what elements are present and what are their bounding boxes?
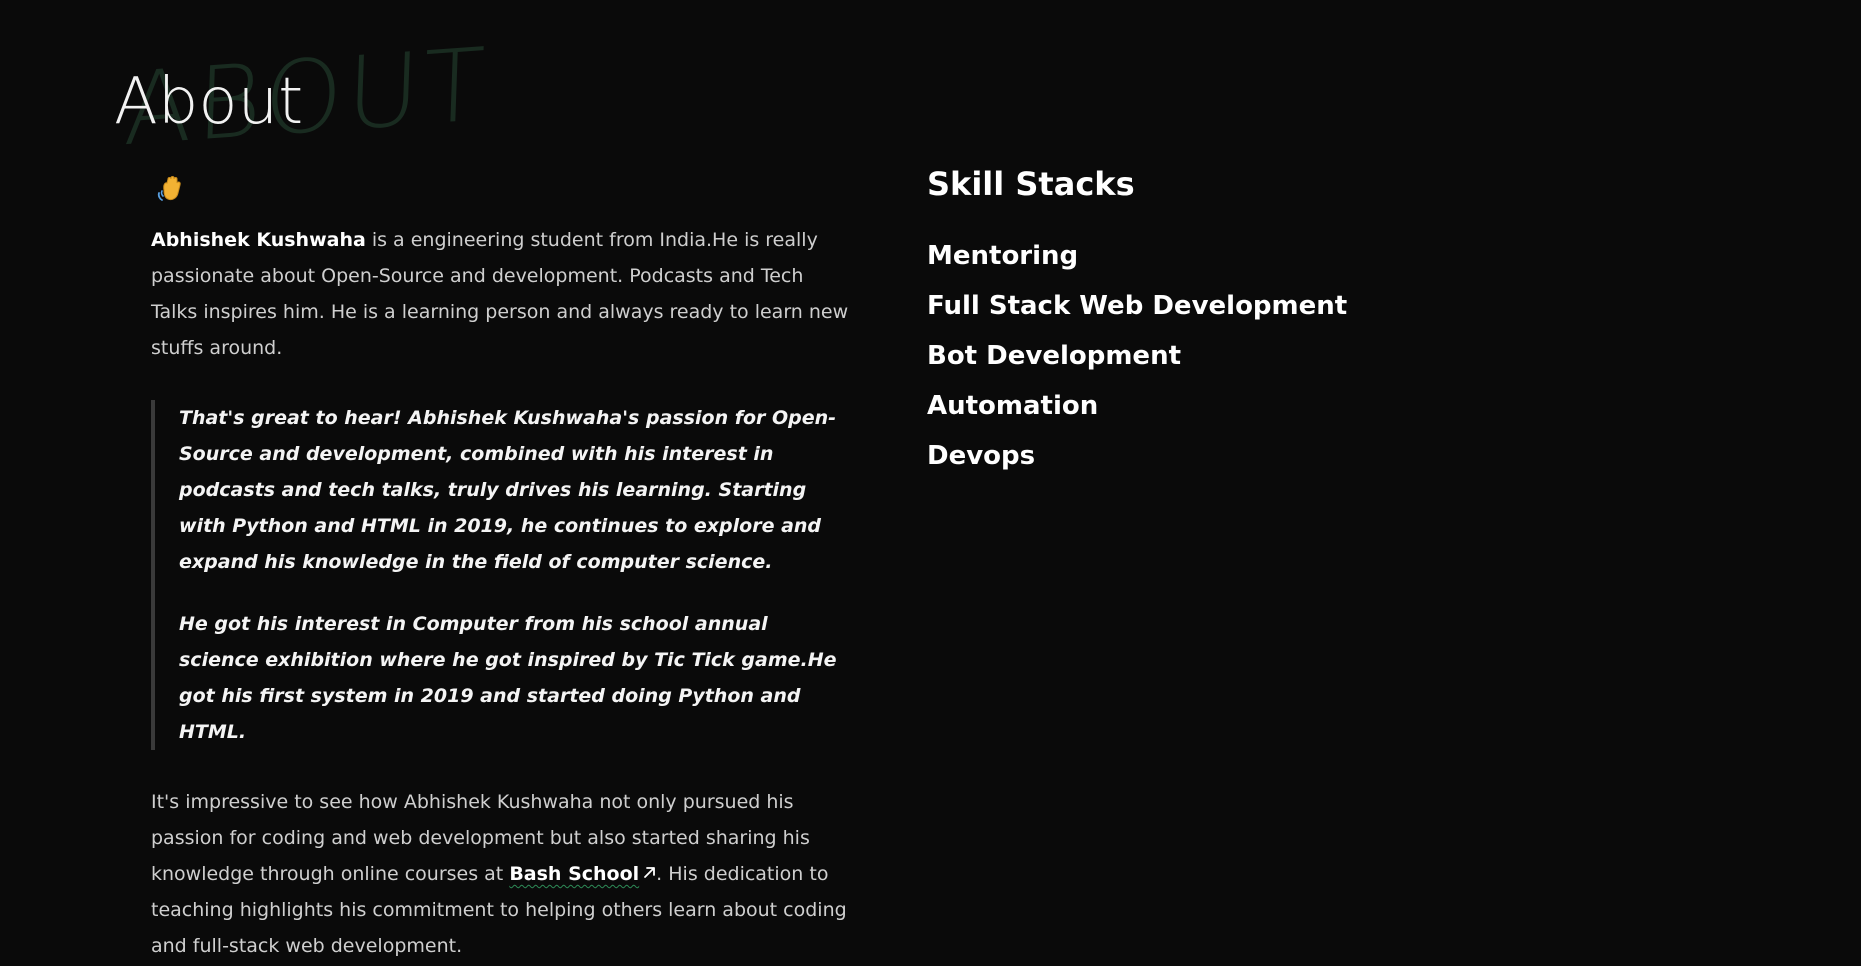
skill-item-bot-development: Bot Development (927, 341, 1182, 371)
quote-paragraph-2: He got his interest in Computer from his… (179, 613, 837, 743)
about-content: Abhishek Kushwaha is a engineering stude… (151, 170, 851, 964)
intro-paragraph: Abhishek Kushwaha is a engineering stude… (151, 222, 851, 366)
skills-list: Mentoring Full Stack Web Development Bot… (927, 240, 1527, 472)
external-link-arrow-icon (644, 867, 656, 878)
skills-title: Skill Stacks (927, 165, 1135, 203)
skill-item-automation: Automation (927, 391, 1099, 421)
skill-stacks-section: Skill Stacks Mentoring Full Stack Web De… (927, 164, 1527, 490)
quote-paragraph-1: That's great to hear! Abhishek Kushwaha'… (179, 407, 837, 573)
skill-item-full-stack-web-development: Full Stack Web Development (927, 291, 1348, 321)
outro-paragraph: It's impressive to see how Abhishek Kush… (151, 784, 851, 964)
bash-school-link[interactable]: Bash School (509, 863, 656, 885)
skill-item-mentoring: Mentoring (927, 241, 1079, 271)
author-name: Abhishek Kushwaha (151, 229, 366, 251)
bash-school-link-label: Bash School (509, 863, 640, 885)
page-heading: ABOUT About (114, 25, 491, 168)
page-title: About (114, 65, 304, 139)
waving-hand-icon (157, 176, 181, 201)
blockquote: That's great to hear! Abhishek Kushwaha'… (151, 400, 851, 750)
skill-item-devops: Devops (927, 441, 1036, 471)
